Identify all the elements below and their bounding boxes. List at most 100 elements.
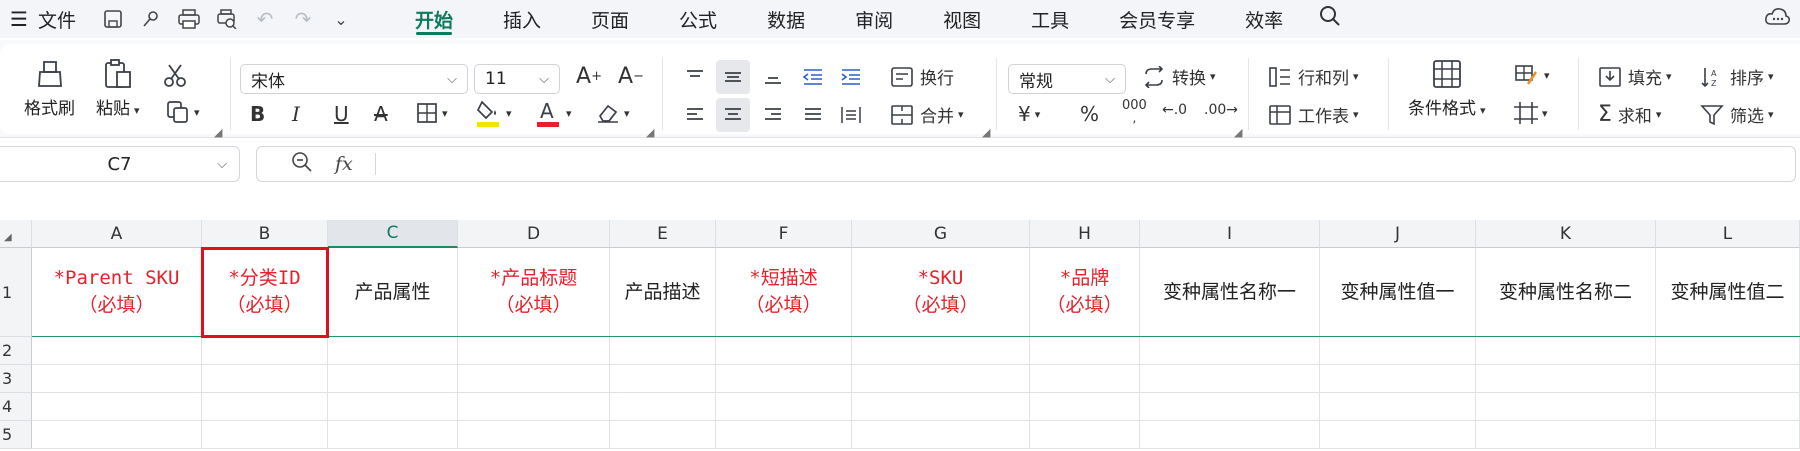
font-launcher-icon[interactable]: ◢ <box>646 126 654 139</box>
clear-format-dropdown-icon[interactable]: ▾ <box>624 107 630 120</box>
sum-button[interactable]: Σ 求和 ▾ <box>1598 102 1661 127</box>
formula-input[interactable]: fx <box>256 146 1796 182</box>
cell-e4[interactable] <box>610 393 716 421</box>
align-top-button[interactable] <box>678 60 712 94</box>
cell-d2[interactable] <box>458 337 610 365</box>
cell-i1[interactable]: 变种属性名称一 <box>1140 248 1320 337</box>
align-middle-button[interactable] <box>716 60 750 94</box>
cell-d5[interactable] <box>458 421 610 449</box>
save-icon[interactable] <box>94 4 132 34</box>
cell-k1[interactable]: 变种属性名称二 <box>1476 248 1656 337</box>
sort-dropdown-icon[interactable]: ▾ <box>1768 70 1774 83</box>
column-header-h[interactable]: H <box>1030 220 1140 248</box>
tab-6[interactable]: 视图 <box>918 0 1006 38</box>
justify-button[interactable] <box>796 98 830 132</box>
cell-d1[interactable]: *产品标题 （必填） <box>458 248 610 337</box>
decrease-font-size-icon[interactable]: A − <box>618 64 644 89</box>
align-right-button[interactable] <box>756 98 790 132</box>
borders-button[interactable]: ▾ <box>416 102 448 124</box>
share-icon[interactable] <box>132 4 170 34</box>
cloud-sync-icon[interactable] <box>1764 6 1790 33</box>
cell-g4[interactable] <box>852 393 1030 421</box>
filter-button[interactable]: 筛选 ▾ <box>1700 102 1774 127</box>
print-icon[interactable] <box>170 4 208 34</box>
cell-f3[interactable] <box>716 365 852 393</box>
wrap-text-button[interactable]: 换行 <box>890 64 954 89</box>
cell-j2[interactable] <box>1320 337 1476 365</box>
row-header-4[interactable]: 4 <box>0 393 32 421</box>
underline-button[interactable]: U <box>334 102 349 126</box>
sort-button[interactable]: AZ 排序 ▾ <box>1700 64 1774 89</box>
cell-h2[interactable] <box>1030 337 1140 365</box>
format-painter-button[interactable]: 格式刷 <box>24 54 75 119</box>
percent-button[interactable]: % <box>1080 102 1099 126</box>
cell-k3[interactable] <box>1476 365 1656 393</box>
column-header-f[interactable]: F <box>716 220 852 248</box>
cell-i5[interactable] <box>1140 421 1320 449</box>
currency-button[interactable]: ¥ ▾ <box>1018 102 1040 126</box>
cell-j5[interactable] <box>1320 421 1476 449</box>
decrease-decimal-icon[interactable]: .00→ <box>1204 102 1238 118</box>
cell-c5[interactable] <box>328 421 458 449</box>
align-left-button[interactable] <box>678 98 712 132</box>
column-header-g[interactable]: G <box>852 220 1030 248</box>
cell-l4[interactable] <box>1656 393 1800 421</box>
search-icon[interactable] <box>1318 4 1342 34</box>
currency-dropdown-icon[interactable]: ▾ <box>1035 108 1041 121</box>
cell-a2[interactable] <box>32 337 202 365</box>
cell-h3[interactable] <box>1030 365 1140 393</box>
bold-button[interactable]: B <box>250 102 265 126</box>
font-name-select[interactable]: 宋体 ⌵ <box>240 64 468 94</box>
rows-columns-button[interactable]: 行和列 ▾ <box>1268 64 1359 89</box>
cell-j3[interactable] <box>1320 365 1476 393</box>
cell-h5[interactable] <box>1030 421 1140 449</box>
cell-e3[interactable] <box>610 365 716 393</box>
cell-k2[interactable] <box>1476 337 1656 365</box>
number-format-select[interactable]: 常规 ⌵ <box>1008 64 1126 94</box>
sum-dropdown-icon[interactable]: ▾ <box>1656 108 1662 121</box>
convert-dropdown-icon[interactable]: ▾ <box>1210 70 1216 83</box>
column-header-i[interactable]: I <box>1140 220 1320 248</box>
fill-color-dropdown-icon[interactable]: ▾ <box>506 107 512 120</box>
row-header-3[interactable]: 3 <box>0 365 32 393</box>
cell-style-button[interactable]: ▾ <box>1514 64 1550 86</box>
cell-l1[interactable]: 变种属性值二 <box>1656 248 1800 337</box>
undo-icon[interactable]: ↶ <box>246 4 284 34</box>
merge-dropdown-icon[interactable]: ▾ <box>958 108 964 121</box>
cell-g2[interactable] <box>852 337 1030 365</box>
italic-button[interactable]: I <box>292 102 300 126</box>
paste-button[interactable]: 粘贴 ▾ <box>96 54 140 119</box>
cell-g3[interactable] <box>852 365 1030 393</box>
cell-d3[interactable] <box>458 365 610 393</box>
cell-b4[interactable] <box>202 393 328 421</box>
fill-color-button[interactable]: ▾ <box>476 98 512 128</box>
cell-b2[interactable] <box>202 337 328 365</box>
redo-icon[interactable]: ↷ <box>284 4 322 34</box>
filter-dropdown-icon[interactable]: ▾ <box>1768 108 1774 121</box>
cell-h1[interactable]: *品牌 （必填） <box>1030 248 1140 337</box>
tab-5[interactable]: 审阅 <box>830 0 918 38</box>
table-style-dropdown-icon[interactable]: ▾ <box>1542 107 1548 120</box>
column-header-c[interactable]: C <box>328 220 458 248</box>
paste-dropdown-icon[interactable]: ▾ <box>134 104 140 117</box>
tab-8[interactable]: 会员专享 <box>1094 0 1220 38</box>
decrease-indent-button[interactable] <box>796 60 830 94</box>
cell-f1[interactable]: *短描述 （必填） <box>716 248 852 337</box>
distributed-align-button[interactable] <box>834 98 868 132</box>
cell-b3[interactable] <box>202 365 328 393</box>
font-color-button[interactable]: A ▾ <box>536 98 572 128</box>
cell-l3[interactable] <box>1656 365 1800 393</box>
cell-c3[interactable] <box>328 365 458 393</box>
select-all-corner[interactable]: ◢ <box>0 220 32 248</box>
cell-b5[interactable] <box>202 421 328 449</box>
cell-d4[interactable] <box>458 393 610 421</box>
cell-f4[interactable] <box>716 393 852 421</box>
copy-button[interactable]: ▾ <box>166 100 200 124</box>
increase-decimal-icon[interactable]: ←.0 <box>1162 102 1187 118</box>
clear-format-button[interactable]: ▾ <box>596 102 630 124</box>
cell-j4[interactable] <box>1320 393 1476 421</box>
cell-g1[interactable]: *SKU （必填） <box>852 248 1030 337</box>
row-header-5[interactable]: 5 <box>0 421 32 449</box>
print-preview-icon[interactable] <box>208 4 246 34</box>
cell-j1[interactable]: 变种属性值一 <box>1320 248 1476 337</box>
